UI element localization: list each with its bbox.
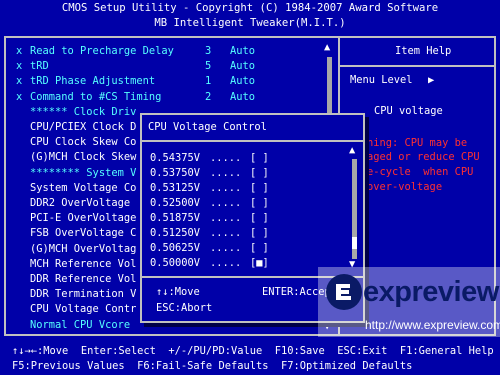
voltage-option-box: [■] bbox=[250, 257, 269, 269]
voltage-option-value: 0.52500V bbox=[150, 197, 201, 209]
header-subtitle: MB Intelligent Tweaker(M.I.T.) bbox=[154, 17, 346, 29]
voltage-option-value: 0.50000V bbox=[150, 257, 201, 269]
voltage-option-dots: ..... bbox=[210, 257, 242, 269]
disabled-mark: x bbox=[16, 75, 23, 88]
menu-item-mode: Auto bbox=[230, 90, 256, 103]
dialog-hint-esc: ESC:Abort bbox=[156, 302, 213, 314]
voltage-option-value: 0.53125V bbox=[150, 182, 201, 194]
voltage-option-value: 0.53750V bbox=[150, 167, 201, 179]
menu-item-label: DDR Termination V bbox=[30, 288, 137, 301]
help-warning-4: over-voltage bbox=[367, 181, 443, 193]
help-warning-2: aged or reduce CPU bbox=[367, 151, 480, 163]
expreview-logo-icon bbox=[326, 274, 362, 310]
menu-item-label: CPU Voltage Contr bbox=[30, 303, 137, 316]
menu-item-label: ****** Clock Driv bbox=[30, 105, 137, 118]
help-divider bbox=[340, 65, 494, 67]
menu-item-mode: Auto bbox=[230, 75, 256, 88]
menu-item-mode: Auto bbox=[230, 45, 256, 57]
menu-item-label: ******** System V bbox=[30, 166, 137, 179]
voltage-option-dots: ..... bbox=[210, 167, 242, 179]
menu-scroll-up-icon[interactable]: ▲ bbox=[324, 41, 330, 54]
menu-item-label: FSB OverVoltage C bbox=[30, 227, 137, 240]
menu-item[interactable]: x Command to #CS Timing 2 Auto bbox=[16, 90, 255, 105]
voltage-option-dots: ..... bbox=[210, 152, 242, 164]
menu-item[interactable]: x tRD 5 Auto bbox=[16, 59, 255, 74]
menu-item-label: (G)MCH Clock Skew bbox=[30, 151, 137, 164]
menu-item-value: 2 bbox=[205, 90, 212, 103]
menu-item-label: CPU Clock Skew Co bbox=[30, 136, 137, 149]
menu-item-mode: Auto bbox=[230, 60, 256, 73]
voltage-option-value: 0.54375V bbox=[150, 152, 201, 164]
voltage-option-box: [ ] bbox=[250, 182, 269, 194]
menu-item-label: DDR2 OverVoltage bbox=[30, 197, 131, 209]
menu-item-value: 3 bbox=[205, 45, 212, 57]
voltage-option-box: [ ] bbox=[250, 212, 269, 224]
help-title: Item Help bbox=[395, 45, 452, 57]
dialog-hint-move: ↑↓:Move bbox=[156, 286, 200, 298]
menu-item-label: (G)MCH OverVoltag bbox=[30, 242, 137, 255]
menu-item-label: Command to #CS Timing bbox=[30, 90, 162, 103]
bios-header: CMOS Setup Utility - Copyright (C) 1984-… bbox=[0, 1, 500, 31]
voltage-option-dots: ..... bbox=[210, 212, 242, 224]
voltage-option-value: 0.50625V bbox=[150, 242, 201, 254]
dialog-title-divider bbox=[142, 140, 363, 142]
menu-item-label: MCH Reference Vol bbox=[30, 257, 137, 270]
watermark-url: http://www.expreview.com bbox=[365, 318, 500, 332]
voltage-option-value: 0.51875V bbox=[150, 212, 201, 224]
voltage-option-dots: ..... bbox=[210, 227, 242, 239]
header-title: CMOS Setup Utility - Copyright (C) 1984-… bbox=[61, 2, 439, 14]
dialog-title: CPU Voltage Control bbox=[148, 121, 267, 133]
menu-level-label: Menu Level bbox=[350, 74, 413, 86]
voltage-option-dots: ..... bbox=[210, 182, 242, 194]
disabled-mark: x bbox=[16, 60, 23, 73]
menu-item-label: Read to Precharge Delay bbox=[30, 45, 174, 57]
help-warning-1: ning: CPU may be bbox=[367, 137, 468, 149]
voltage-option-dots: ..... bbox=[210, 197, 242, 209]
voltage-option-box: [ ] bbox=[250, 242, 269, 254]
menu-item-label: PCI-E OverVoltage bbox=[30, 212, 137, 225]
menu-level-arrow-icon: ▶ bbox=[428, 74, 435, 86]
voltage-option-box: [ ] bbox=[250, 152, 269, 164]
menu-item-value: 1 bbox=[205, 75, 212, 88]
menu-item-label: tRD Phase Adjustment bbox=[30, 75, 156, 88]
voltage-option-dots: ..... bbox=[210, 242, 242, 254]
menu-item[interactable]: x tRD Phase Adjustment 1 Auto bbox=[16, 74, 255, 89]
menu-item-label: tRD bbox=[30, 60, 49, 73]
voltage-option-box: [ ] bbox=[250, 167, 269, 179]
voltage-option-value: 0.51250V bbox=[150, 227, 201, 239]
menu-item-value: 5 bbox=[205, 60, 212, 73]
disabled-mark: x bbox=[16, 90, 23, 103]
footer-keys-2: F5:Previous Values F6:Fail-Safe Defaults… bbox=[12, 360, 413, 372]
watermark-brand: expreview bbox=[363, 276, 499, 308]
menu-item-label: Normal CPU Vcore bbox=[30, 318, 131, 331]
menu-item-label: CPU/PCIEX Clock D bbox=[30, 121, 137, 133]
disabled-mark: x bbox=[16, 45, 23, 57]
help-warning-3: e-cycle when CPU bbox=[367, 166, 474, 178]
help-topic: CPU voltage bbox=[374, 105, 443, 117]
menu-item[interactable]: x Read to Precharge Delay 3 Auto bbox=[16, 44, 255, 59]
voltage-option-box: [ ] bbox=[250, 197, 269, 209]
dialog-scroll-thumb[interactable] bbox=[352, 237, 357, 249]
menu-item-label: System Voltage Co bbox=[30, 181, 137, 194]
dialog-scroll-up-icon[interactable]: ▲ bbox=[349, 144, 355, 157]
menu-item-label: DDR Reference Vol bbox=[30, 273, 137, 285]
voltage-option-box: [ ] bbox=[250, 227, 269, 239]
footer-keys-1: ↑↓→←:Move Enter:Select +/-/PU/PD:Value F… bbox=[12, 345, 494, 357]
